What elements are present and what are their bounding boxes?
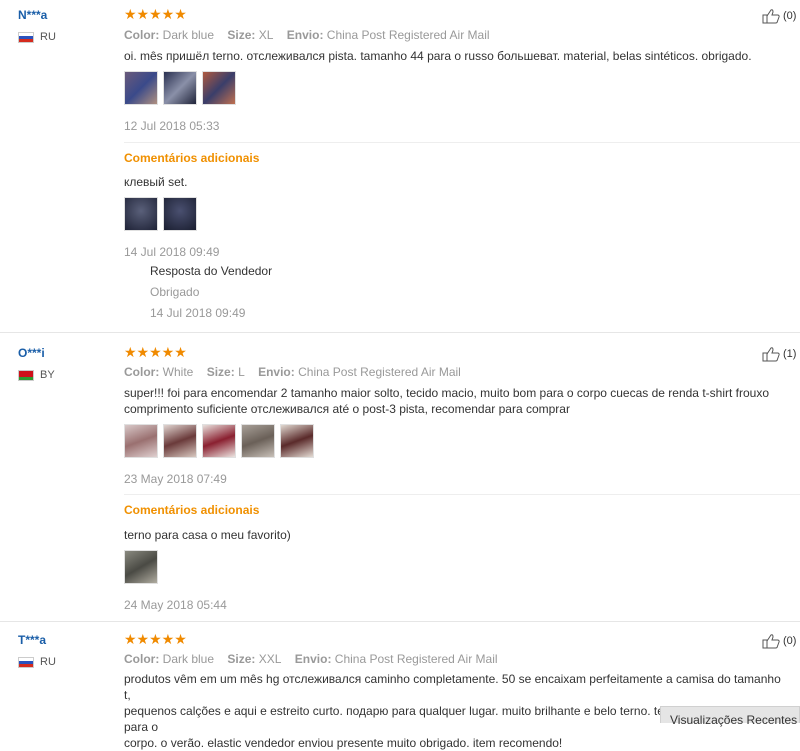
divider [124, 494, 800, 495]
seller-response-date: 14 Jul 2018 09:49 [150, 306, 246, 320]
review-photo[interactable] [124, 197, 158, 231]
reviewer-country: RU [18, 31, 56, 43]
flag-by-icon [18, 369, 34, 381]
thumbs-up-icon [762, 347, 780, 362]
helpful-button[interactable]: (0) [762, 8, 796, 24]
star-rating: ★★★★★ [124, 6, 187, 22]
review-date: 12 Jul 2018 05:33 [124, 119, 220, 133]
review-text: super!!! foi para encomendar 2 tamanho m… [124, 386, 769, 416]
reviewer-name[interactable]: O***i [18, 346, 45, 360]
review-photo[interactable] [202, 424, 236, 458]
flag-ru-icon [18, 31, 34, 43]
helpful-button[interactable]: (1) [762, 346, 796, 362]
thumbs-up-icon [762, 634, 780, 649]
order-details: Color: Dark blue Size: XL Envio: China P… [124, 28, 490, 42]
review-photo[interactable] [124, 424, 158, 458]
additional-photos [124, 197, 197, 231]
additional-photos [124, 550, 158, 584]
order-details: Color: White Size: L Envio: China Post R… [124, 365, 461, 379]
review-photo[interactable] [124, 550, 158, 584]
review-photo[interactable] [202, 71, 236, 105]
additional-date: 14 Jul 2018 09:49 [124, 245, 220, 259]
review-separator [0, 621, 800, 622]
review-text: oi. mês пришёл terno. отслеживался pista… [124, 49, 752, 63]
reviewer-country: BY [18, 369, 55, 381]
additional-comments-title: Comentários adicionais [124, 151, 260, 165]
star-rating: ★★★★★ [124, 344, 187, 360]
recently-viewed-tab[interactable]: Visualizações Recentes [660, 706, 800, 727]
review-photo[interactable] [163, 424, 197, 458]
additional-comment-text: terno para casa o meu favorito) [124, 528, 291, 542]
additional-comments-title: Comentários adicionais [124, 503, 260, 517]
helpful-button[interactable]: (0) [762, 633, 796, 649]
seller-response-title: Resposta do Vendedor [150, 264, 273, 278]
additional-date: 24 May 2018 05:44 [124, 598, 227, 612]
review-photo[interactable] [241, 424, 275, 458]
seller-response-text: Obrigado [150, 285, 200, 299]
reviewer-name[interactable]: N***a [18, 8, 47, 22]
reviewer-name[interactable]: T***a [18, 633, 46, 647]
flag-ru-icon [18, 656, 34, 668]
thumbs-up-icon [762, 9, 780, 24]
reviewer-country: RU [18, 656, 56, 668]
review-photos [124, 424, 314, 458]
additional-comment-text: клевый set. [124, 175, 188, 189]
order-details: Color: Dark blue Size: XXL Envio: China … [124, 652, 498, 666]
review-date: 23 May 2018 07:49 [124, 472, 227, 486]
review-separator [0, 332, 800, 333]
review-photos [124, 71, 236, 105]
divider [124, 142, 800, 143]
review-photo[interactable] [280, 424, 314, 458]
review-photo[interactable] [163, 71, 197, 105]
review-photo[interactable] [124, 71, 158, 105]
star-rating: ★★★★★ [124, 631, 187, 647]
review-photo[interactable] [163, 197, 197, 231]
